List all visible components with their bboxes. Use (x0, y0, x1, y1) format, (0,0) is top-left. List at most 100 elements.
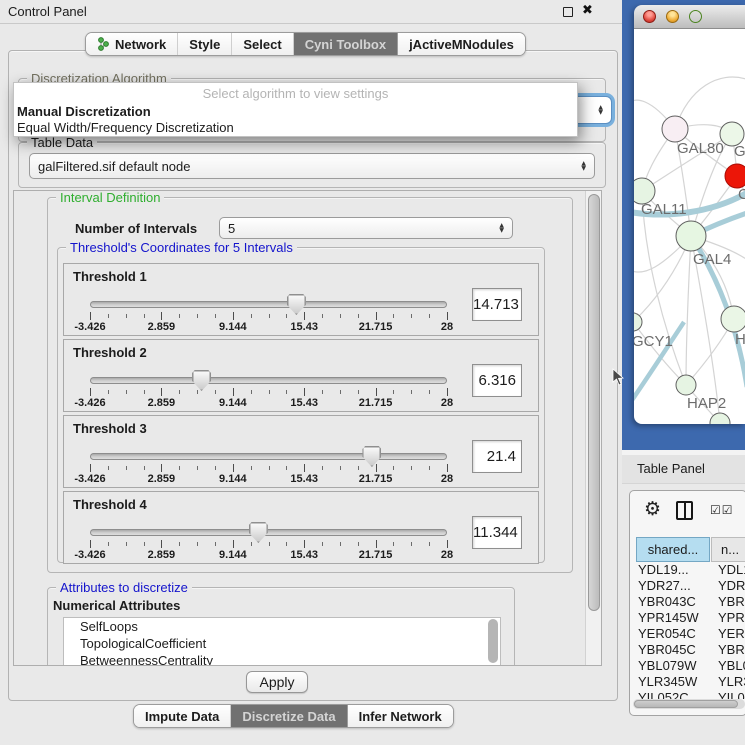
cell-shared-name: YDL19... (638, 562, 689, 578)
threshold-4-label: Threshold 4 (73, 497, 147, 512)
table-row[interactable]: YLR345WYLR3 (630, 674, 745, 690)
close-icon[interactable]: ✖ (582, 3, 593, 18)
threshold-4-value-field[interactable]: 11.344 (472, 516, 522, 549)
table-row[interactable]: YBL079W YBL0 (630, 658, 745, 674)
network-graph[interactable]: GAL80GACGAL11GAL4GCY1HHAP2 (634, 29, 745, 424)
thresholds-legend: Threshold's Coordinates for 5 Intervals (66, 240, 297, 255)
tab-network[interactable]: Network (86, 33, 177, 55)
cell-shared-name: YBR045C (638, 642, 696, 658)
slider-ticks (90, 312, 447, 321)
scale-tick-label: 21.715 (359, 397, 393, 409)
scale-tick-label: 21.715 (359, 549, 393, 561)
column-header-name[interactable]: n... (711, 537, 745, 562)
settings-scrollbar-thumb[interactable] (588, 194, 600, 611)
table-data-group: Table Data galFiltered.sif default node … (18, 142, 606, 188)
tab-label: Network (115, 37, 166, 52)
network-canvas[interactable]: GAL80GACGAL11GAL4GCY1HHAP2 (634, 29, 745, 424)
tab-select[interactable]: Select (231, 33, 292, 55)
threshold-4-slider[interactable] (90, 529, 447, 536)
float-window-icon[interactable] (563, 7, 573, 17)
tab-style[interactable]: Style (177, 33, 231, 55)
hap2-node[interactable] (676, 375, 696, 395)
column-header-shared[interactable]: shared... (636, 537, 710, 562)
attribute-item-betweennesscentrality[interactable]: BetweennessCentrality (64, 652, 500, 666)
scale-tick-label: 9.144 (219, 397, 247, 409)
apply-button[interactable]: Apply (246, 671, 308, 693)
dropdown-option-manual-discretization[interactable]: Manual Discretization (14, 104, 577, 120)
close-traffic-light[interactable] (643, 10, 656, 23)
slider-scale-labels: -3.4262.8599.14415.4321.71528 (90, 473, 447, 485)
settings-scrollbar-track[interactable] (585, 191, 602, 665)
node-label-gcy1: GCY1 (634, 333, 673, 350)
scale-tick-label: 21.715 (359, 321, 393, 333)
gal80-node[interactable] (662, 116, 688, 142)
tab-cyni-toolbox[interactable]: Cyni Toolbox (293, 33, 397, 55)
table-data-combobox[interactable]: galFiltered.sif default node ▲▼ (29, 153, 595, 179)
cell-shared-name: YBL079W (638, 658, 697, 674)
tab-impute-data[interactable]: Impute Data (134, 705, 230, 727)
tab-jactivemnodules[interactable]: jActiveMNodules (397, 33, 525, 55)
table-hscrollbar-thumb[interactable] (634, 700, 738, 708)
scale-tick-label: 2.859 (148, 549, 176, 561)
table-row[interactable]: YBR045CYBR0 (630, 642, 745, 658)
columns-icon[interactable] (676, 501, 693, 520)
tab-discretize-data[interactable]: Discretize Data (230, 705, 346, 727)
table-hscrollbar-track[interactable] (633, 699, 745, 709)
table-row[interactable]: YPR145WYPR1 (630, 610, 745, 626)
threshold-1-value-field[interactable]: 14.713 (472, 288, 522, 321)
cell-shared-name: YIL052C (638, 690, 689, 699)
node-label-gal80: GAL80 (677, 140, 724, 157)
cell-shared-name: YDR27... (638, 578, 691, 594)
table-row[interactable]: YBR043C YBR0 (630, 594, 745, 610)
table-row[interactable]: YDR27... YDR2 (630, 578, 745, 594)
tab-infer-network[interactable]: Infer Network (347, 705, 453, 727)
table-panel-card: ⚙ ☑☑ shared... n... YDL19...YDL1YDR27...… (629, 490, 745, 716)
right-node[interactable] (721, 306, 745, 332)
gear-icon[interactable]: ⚙ (644, 498, 661, 520)
scale-tick-label: 2.859 (148, 473, 176, 485)
scale-tick-label: 28 (441, 549, 453, 561)
threshold-3-value-field[interactable]: 21.4 (472, 440, 522, 473)
minimize-traffic-light[interactable] (666, 10, 679, 23)
dropdown-option-equal-width-frequency[interactable]: Equal Width/Frequency Discretization (14, 120, 577, 136)
scale-tick-label: -3.426 (74, 321, 105, 333)
slider-scale-labels: -3.4262.8599.14415.4321.71528 (90, 321, 447, 333)
checkboxes-icon[interactable]: ☑☑ (710, 503, 734, 517)
threshold-1-slider[interactable] (90, 301, 447, 308)
threshold-2-slider[interactable] (90, 377, 447, 384)
attributes-list-scrollbar[interactable] (488, 619, 498, 663)
threshold-2-row: Threshold 2 -3.4262.8599.14415.4321.7152… (63, 339, 539, 412)
cell-name: YBR0 (718, 594, 745, 610)
cell-shared-name: YBR043C (638, 594, 696, 610)
screen: Control Panel ✖ Network Style SelectCyni T… (0, 0, 745, 745)
network-window-titlebar[interactable] (634, 5, 745, 29)
zoom-traffic-light[interactable] (689, 10, 702, 23)
table-data-legend: Table Data (27, 135, 97, 150)
cell-name: YBL0 (718, 658, 745, 674)
red-node[interactable] (725, 164, 745, 188)
gcy1-node[interactable] (634, 313, 642, 331)
attribute-item-topologicalcoefficient[interactable]: TopologicalCoefficient (64, 635, 500, 652)
bottom-tabbar: Impute DataDiscretize DataInfer Network (133, 704, 454, 728)
threshold-2-value-field[interactable]: 6.316 (472, 364, 522, 397)
threshold-3-slider[interactable] (90, 453, 447, 460)
table-row[interactable]: YIL052CYIL0 (630, 690, 745, 699)
numerical-attributes-list[interactable]: SelfLoopsTopologicalCoefficientBetweenne… (63, 617, 501, 666)
scale-tick-label: 28 (441, 321, 453, 333)
tab-label: Style (189, 37, 220, 52)
mouse-cursor (612, 368, 624, 386)
attribute-item-selfloops[interactable]: SelfLoops (64, 618, 500, 635)
threshold-3-label: Threshold 3 (73, 421, 147, 436)
scale-tick-label: 28 (441, 473, 453, 485)
dropdown-placeholder: Select algorithm to view settings (14, 86, 577, 104)
table-row[interactable]: YDL19...YDL1 (630, 562, 745, 578)
table-row[interactable]: YER054CYER0 (630, 626, 745, 642)
threshold-1-label: Threshold 1 (73, 269, 147, 284)
number-of-intervals-combobox[interactable]: 5 ▲▼ (219, 217, 513, 239)
threshold-3-row: Threshold 3 -3.4262.8599.14415.4321.7152… (63, 415, 539, 488)
cell-name: YDR2 (718, 578, 745, 594)
right-panel: GAL80GACGAL11GAL4GCY1HHAP2 Table Panel ⚙… (622, 0, 745, 745)
gal4-node[interactable] (676, 221, 706, 251)
node-label-gal11: GAL11 (641, 201, 687, 218)
window-title: Control Panel (8, 4, 87, 19)
